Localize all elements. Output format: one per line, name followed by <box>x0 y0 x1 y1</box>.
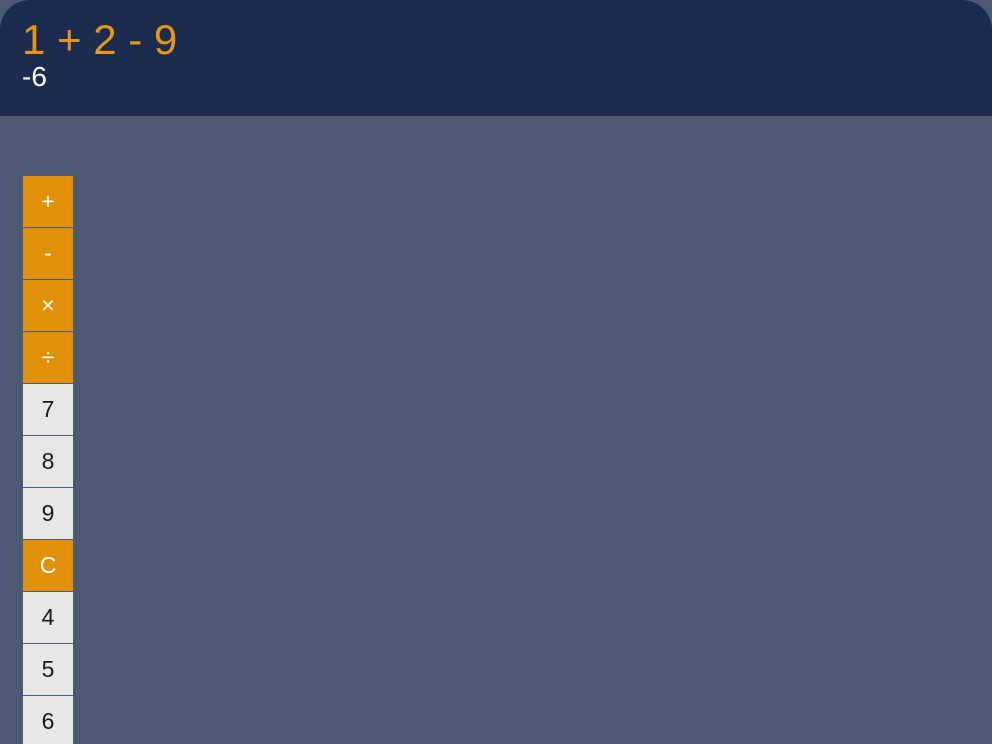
digit-8-button[interactable]: 8 <box>23 436 73 488</box>
keypad: + - × ÷ 7 8 9 C 4 5 6 <box>23 176 73 744</box>
multiply-button[interactable]: × <box>23 280 73 332</box>
clear-button[interactable]: C <box>23 540 73 592</box>
subtract-button[interactable]: - <box>23 228 73 280</box>
digit-9-button[interactable]: 9 <box>23 488 73 540</box>
digit-5-button[interactable]: 5 <box>23 644 73 696</box>
divide-button[interactable]: ÷ <box>23 332 73 384</box>
digit-6-button[interactable]: 6 <box>23 696 73 744</box>
calculator: 1 + 2 - 9 -6 + - × ÷ 7 8 9 C 4 5 6 <box>0 0 992 744</box>
digit-7-button[interactable]: 7 <box>23 384 73 436</box>
calculator-display: 1 + 2 - 9 -6 <box>0 0 992 116</box>
expression-display: 1 + 2 - 9 <box>22 16 178 63</box>
result-display: -6 <box>22 61 47 92</box>
digit-4-button[interactable]: 4 <box>23 592 73 644</box>
add-button[interactable]: + <box>23 176 73 228</box>
